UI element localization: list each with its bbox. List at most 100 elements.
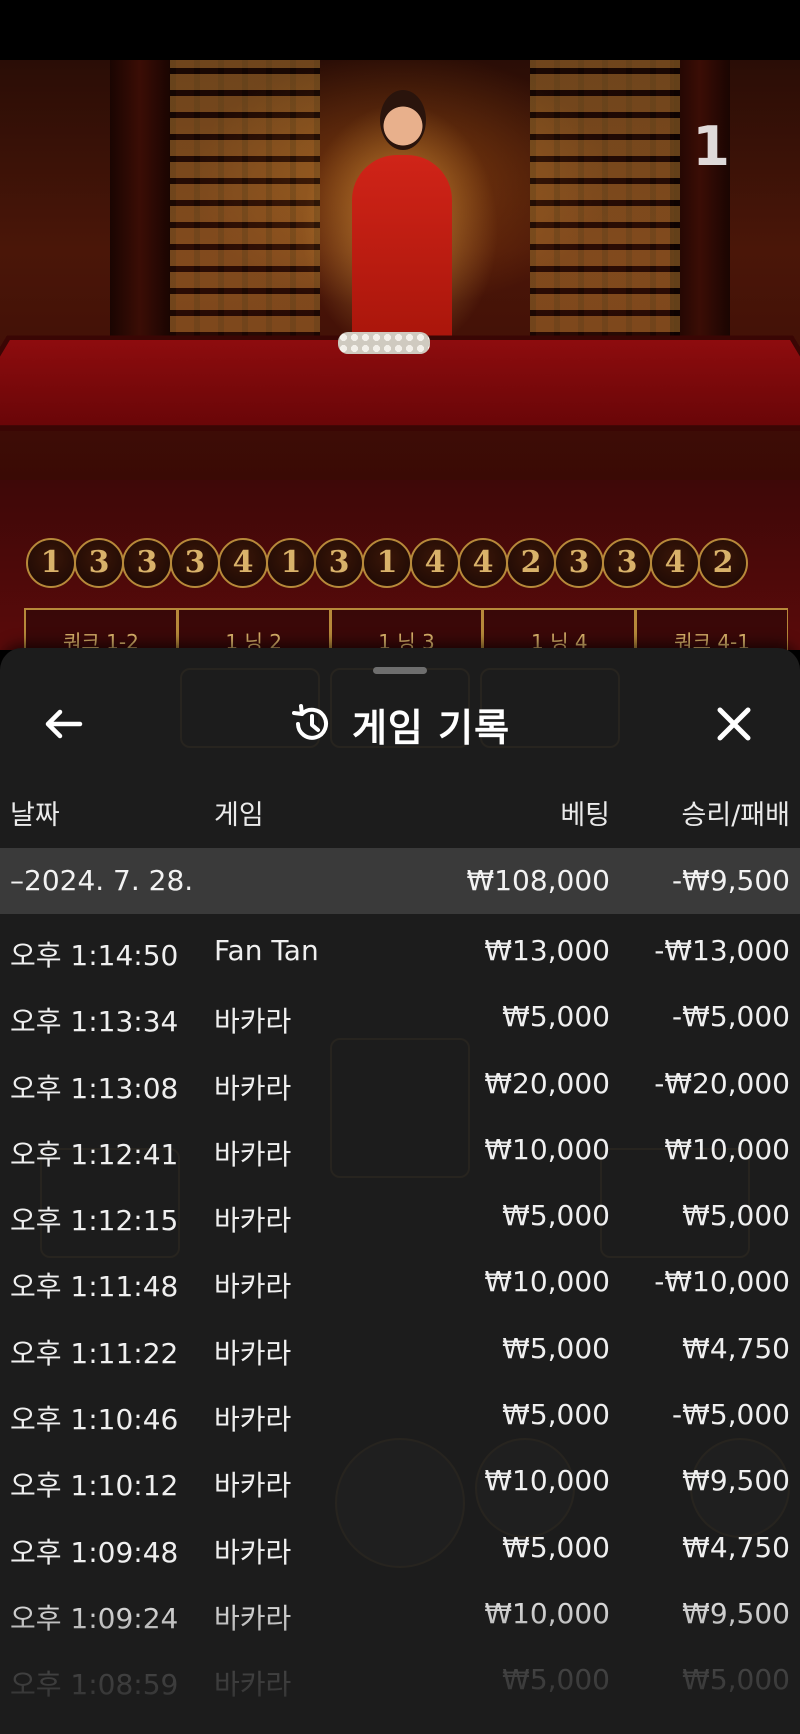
row-result: ₩10,000: [664, 1132, 790, 1166]
row-time: 오후 1:08:59: [10, 1668, 179, 1702]
row-bet: ₩5,000: [502, 1000, 610, 1034]
row-game: 바카라: [214, 1336, 292, 1370]
title-text: 게임 기록: [351, 705, 511, 750]
column-headers: 날짜 게임 베팅 승리/패배: [0, 793, 800, 833]
row-result: ₩9,500: [682, 1464, 790, 1498]
row-game: 바카라: [214, 1137, 292, 1171]
date-group-row[interactable]: –2024. 7. 28. ₩108,000 -₩9,500: [0, 848, 800, 914]
row-time: 오후 1:13:08: [10, 1071, 179, 1105]
header-game: 게임: [214, 800, 264, 831]
lattice-window-right: [530, 60, 680, 360]
row-time: 오후 1:14:50: [10, 939, 179, 972]
sheet-title: 게임 기록: [0, 696, 800, 752]
row-game: 바카라: [214, 1005, 292, 1039]
roadmap-result: 4: [218, 538, 268, 588]
row-time: 오후 1:10:12: [10, 1469, 179, 1503]
row-time: 오후 1:12:15: [10, 1204, 179, 1238]
row-result: ₩5,000: [682, 1199, 790, 1233]
row-bet: ₩5,000: [502, 1663, 610, 1697]
roadmap-result: 3: [122, 538, 172, 588]
history-row[interactable]: 오후 1:12:41 바카라 ₩10,000 ₩10,000: [0, 1117, 800, 1183]
drag-handle[interactable]: [373, 667, 427, 674]
header-bet: 베팅: [560, 800, 610, 831]
dealer-head: [380, 90, 426, 150]
round-number: 1: [692, 115, 730, 178]
row-game: 바카라: [214, 1270, 292, 1304]
live-video: 1: [0, 60, 800, 480]
row-game: 바카라: [214, 1071, 292, 1105]
date-group-label: –2024. 7. 28.: [10, 864, 194, 897]
row-result: -₩5,000: [672, 1398, 790, 1432]
roadmap-result: 1: [26, 538, 76, 588]
roadmap-result: 1: [266, 538, 316, 588]
row-bet: ₩5,000: [502, 1199, 610, 1233]
row-result: ₩4,750: [682, 1331, 790, 1365]
roadmap-result: 1: [362, 538, 412, 588]
row-bet: ₩5,000: [502, 1530, 610, 1564]
row-time: 오후 1:13:34: [10, 1005, 179, 1039]
row-time: 오후 1:10:46: [10, 1403, 179, 1437]
row-bet: ₩5,000: [502, 1398, 610, 1432]
history-row[interactable]: 오후 1:12:15 바카라 ₩5,000 ₩5,000: [0, 1183, 800, 1249]
row-result: ₩5,000: [682, 1663, 790, 1697]
roadmap-result: 2: [698, 538, 748, 588]
roadmap-result: 4: [410, 538, 460, 588]
roadmap: 133341314423342: [26, 532, 790, 596]
date-group-bet-total: ₩108,000: [466, 864, 610, 897]
row-time: 오후 1:11:22: [10, 1336, 179, 1370]
header-win-loss: 승리/패배: [681, 800, 790, 831]
row-game: 바카라: [214, 1204, 292, 1238]
date-group-win-loss-total: -₩9,500: [672, 864, 790, 897]
history-row[interactable]: 오후 1:14:50 Fan Tan ₩13,000 -₩13,000: [0, 918, 800, 984]
history-row[interactable]: 오후 1:08:59 바카라 ₩5,000 ₩5,000: [0, 1647, 800, 1713]
fan-tan-beads: [338, 332, 430, 354]
row-game: 바카라: [214, 1668, 292, 1702]
roadmap-result: 3: [74, 538, 124, 588]
close-button[interactable]: [708, 698, 760, 750]
row-bet: ₩10,000: [484, 1265, 610, 1299]
row-result: -₩13,000: [654, 934, 790, 967]
history-row[interactable]: 오후 1:11:48 바카라 ₩10,000 -₩10,000: [0, 1249, 800, 1315]
row-game: 바카라: [214, 1403, 292, 1437]
history-row[interactable]: 오후 1:09:48 바카라 ₩5,000 ₩4,750: [0, 1515, 800, 1581]
status-bar: [0, 0, 800, 60]
roadmap-result: 3: [554, 538, 604, 588]
history-row[interactable]: 오후 1:10:12 바카라 ₩10,000 ₩9,500: [0, 1448, 800, 1514]
row-result: -₩5,000: [672, 1000, 790, 1034]
history-row[interactable]: 오후 1:13:34 바카라 ₩5,000 -₩5,000: [0, 984, 800, 1050]
close-icon: [717, 707, 751, 741]
history-row[interactable]: 오후 1:10:46 바카라 ₩5,000 -₩5,000: [0, 1382, 800, 1448]
header-date: 날짜: [10, 800, 60, 831]
roadmap-result: 3: [170, 538, 220, 588]
row-result: -₩10,000: [654, 1265, 790, 1299]
roadmap-result: 4: [650, 538, 700, 588]
history-row[interactable]: 오후 1:13:08 바카라 ₩20,000 -₩20,000: [0, 1051, 800, 1117]
history-clock-icon: [291, 704, 328, 740]
game-history-sheet: 게임 기록 날짜 게임 베팅 승리/패배 –2024. 7. 28. ₩108,…: [0, 648, 800, 1734]
roadmap-result: 3: [602, 538, 652, 588]
row-bet: ₩20,000: [484, 1066, 610, 1100]
roadmap-result: 3: [314, 538, 364, 588]
row-time: 오후 1:12:41: [10, 1137, 179, 1171]
history-list: 오후 1:14:50 Fan Tan ₩13,000 -₩13,000 오후 1:13:…: [0, 918, 800, 1714]
row-bet: ₩10,000: [484, 1596, 610, 1630]
row-time: 오후 1:11:48: [10, 1270, 179, 1304]
roadmap-result: 2: [506, 538, 556, 588]
roadmap-result: 4: [458, 538, 508, 588]
row-time: 오후 1:09:24: [10, 1601, 179, 1635]
row-bet: ₩10,000: [484, 1464, 610, 1498]
row-game: 바카라: [214, 1469, 292, 1503]
history-row[interactable]: 오후 1:09:24 바카라 ₩10,000 ₩9,500: [0, 1581, 800, 1647]
row-bet: ₩5,000: [502, 1331, 610, 1365]
row-result: -₩20,000: [654, 1066, 790, 1100]
row-result: ₩4,750: [682, 1530, 790, 1564]
row-bet: ₩13,000: [484, 934, 610, 967]
history-row[interactable]: 오후 1:11:22 바카라 ₩5,000 ₩4,750: [0, 1316, 800, 1382]
row-game: Fan Tan: [214, 934, 319, 967]
row-bet: ₩10,000: [484, 1132, 610, 1166]
row-game: 바카라: [214, 1601, 292, 1635]
row-time: 오후 1:09:48: [10, 1535, 179, 1569]
row-game: 바카라: [214, 1535, 292, 1569]
lattice-window-left: [170, 60, 320, 360]
betting-board: 133341314423342 쿼크 1-2 1 닝 21 닝 31 닝 4 쿼크 …: [0, 480, 800, 668]
